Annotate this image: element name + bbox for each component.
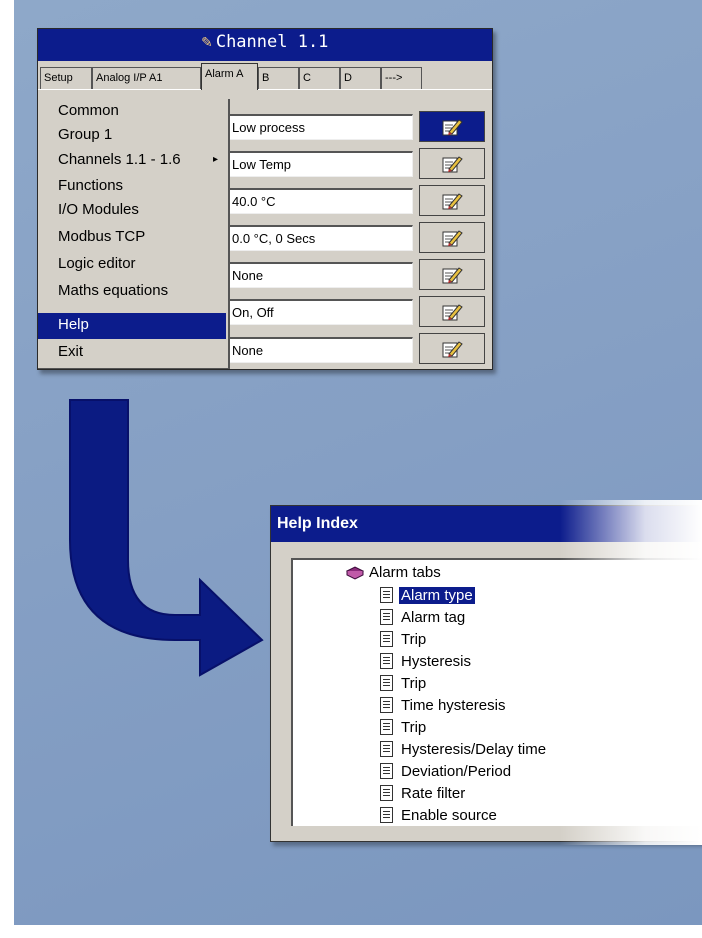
tree-item-alarm-tag[interactable]: Alarm tag bbox=[380, 606, 467, 628]
menu-item-exit[interactable]: Exit bbox=[38, 342, 226, 366]
tree-item-hysteresis-delay-time[interactable]: Hysteresis/Delay time bbox=[380, 738, 548, 760]
setup-menu: Common Group 1 Channels 1.1 - 1.6 ▸ Func… bbox=[38, 99, 230, 369]
tree-item-label: Enable source bbox=[401, 806, 497, 824]
tree-root-label: Alarm tabs bbox=[369, 564, 441, 581]
trip-field[interactable]: 40.0 °C bbox=[228, 188, 413, 214]
menu-item-maths-equations[interactable]: Maths equations bbox=[38, 281, 226, 305]
tree-item-trip[interactable]: Trip bbox=[380, 628, 428, 650]
tree-item-label: Rate filter bbox=[401, 784, 466, 802]
document-icon bbox=[380, 675, 393, 691]
tree-item-alarm-type[interactable]: Alarm type bbox=[380, 584, 475, 606]
channel-titlebar: ✎ Channel 1.1 bbox=[38, 29, 492, 61]
document-icon bbox=[380, 719, 393, 735]
acknowledge-field[interactable]: None bbox=[228, 337, 413, 363]
document-icon bbox=[380, 785, 393, 801]
document-icon bbox=[380, 697, 393, 713]
menu-item-logic-editor[interactable]: Logic editor bbox=[38, 254, 226, 278]
latch-field[interactable]: On, Off bbox=[228, 299, 413, 325]
edit-button-1[interactable] bbox=[419, 111, 485, 142]
document-icon bbox=[380, 763, 393, 779]
tab-b[interactable]: B bbox=[258, 67, 299, 89]
tab-more[interactable]: ---> bbox=[381, 67, 422, 89]
edit-button-2[interactable] bbox=[419, 148, 485, 179]
document-icon bbox=[380, 631, 393, 647]
edit-pencil-icon bbox=[441, 154, 463, 174]
channel-title: Channel 1.1 bbox=[215, 32, 329, 52]
channel-window: ✎ Channel 1.1 Setup Analog I/P A1 Alarm A… bbox=[37, 28, 493, 370]
tree-item-hysteresis[interactable]: Hysteresis bbox=[380, 650, 473, 672]
fade-overlay bbox=[560, 500, 702, 845]
book-icon bbox=[345, 565, 365, 580]
edit-pencil-icon bbox=[441, 302, 463, 322]
tab-alarm-a[interactable]: Alarm A bbox=[201, 63, 258, 90]
edit-pencil-icon bbox=[441, 339, 463, 359]
submenu-arrow-icon: ▸ bbox=[212, 154, 218, 165]
edit-button-6[interactable] bbox=[419, 296, 485, 327]
tree-item-label: Alarm tag bbox=[401, 608, 466, 626]
edit-pencil-icon bbox=[441, 265, 463, 285]
menu-item-channels-label: Channels 1.1 - 1.6 bbox=[58, 151, 181, 168]
edit-button-3[interactable] bbox=[419, 185, 485, 216]
tab-setup[interactable]: Setup bbox=[40, 67, 92, 89]
document-icon bbox=[380, 587, 393, 603]
edit-pencil-icon bbox=[441, 117, 463, 137]
tree-root[interactable]: Alarm tabs bbox=[345, 564, 441, 581]
menu-item-functions[interactable]: Functions bbox=[38, 176, 226, 200]
tree-item-label: Hysteresis/Delay time bbox=[401, 740, 547, 758]
tab-divider bbox=[38, 89, 492, 90]
tab-analog-ip-a1[interactable]: Analog I/P A1 bbox=[92, 67, 201, 89]
tree-item-trip[interactable]: Trip bbox=[380, 672, 428, 694]
edit-pencil-icon bbox=[441, 228, 463, 248]
tree-item-enable-source[interactable]: Enable source bbox=[380, 804, 499, 826]
edit-button-4[interactable] bbox=[419, 222, 485, 253]
edit-pencil-icon bbox=[441, 191, 463, 211]
tree-item-label: Deviation/Period bbox=[401, 762, 512, 780]
pencil-icon: ✎ bbox=[201, 32, 212, 52]
alarm-type-field[interactable]: Low process bbox=[228, 114, 413, 140]
tree-item-label: Alarm type bbox=[399, 586, 475, 604]
menu-item-channels[interactable]: Channels 1.1 - 1.6 ▸ bbox=[38, 150, 226, 174]
alarm-tag-field[interactable]: Low Temp bbox=[228, 151, 413, 177]
tree-item-label: Trip bbox=[401, 718, 427, 736]
source-field[interactable]: None bbox=[228, 262, 413, 288]
tab-c[interactable]: C bbox=[299, 67, 340, 89]
tree-item-label: Trip bbox=[401, 630, 427, 648]
menu-item-modbus-tcp[interactable]: Modbus TCP bbox=[38, 227, 226, 251]
tree-item-time-hysteresis[interactable]: Time hysteresis bbox=[380, 694, 507, 716]
document-icon bbox=[380, 653, 393, 669]
document-icon bbox=[380, 807, 393, 823]
tree-item-deviation-period[interactable]: Deviation/Period bbox=[380, 760, 513, 782]
tree-item-rate-filter[interactable]: Rate filter bbox=[380, 782, 467, 804]
hysteresis-field[interactable]: 0.0 °C, 0 Secs bbox=[228, 225, 413, 251]
menu-item-help[interactable]: Help bbox=[38, 313, 226, 339]
document-icon bbox=[380, 741, 393, 757]
tree-item-label: Time hysteresis bbox=[401, 696, 506, 714]
menu-item-io-modules[interactable]: I/O Modules bbox=[38, 200, 226, 224]
tree-item-trip[interactable]: Trip bbox=[380, 716, 428, 738]
edit-button-7[interactable] bbox=[419, 333, 485, 364]
tab-d[interactable]: D bbox=[340, 67, 381, 89]
tree-item-label: Trip bbox=[401, 674, 427, 692]
document-icon bbox=[380, 609, 393, 625]
menu-item-group[interactable]: Group 1 bbox=[38, 125, 226, 149]
edit-button-5[interactable] bbox=[419, 259, 485, 290]
menu-item-common[interactable]: Common bbox=[38, 101, 226, 125]
tree-item-label: Hysteresis bbox=[401, 652, 472, 670]
